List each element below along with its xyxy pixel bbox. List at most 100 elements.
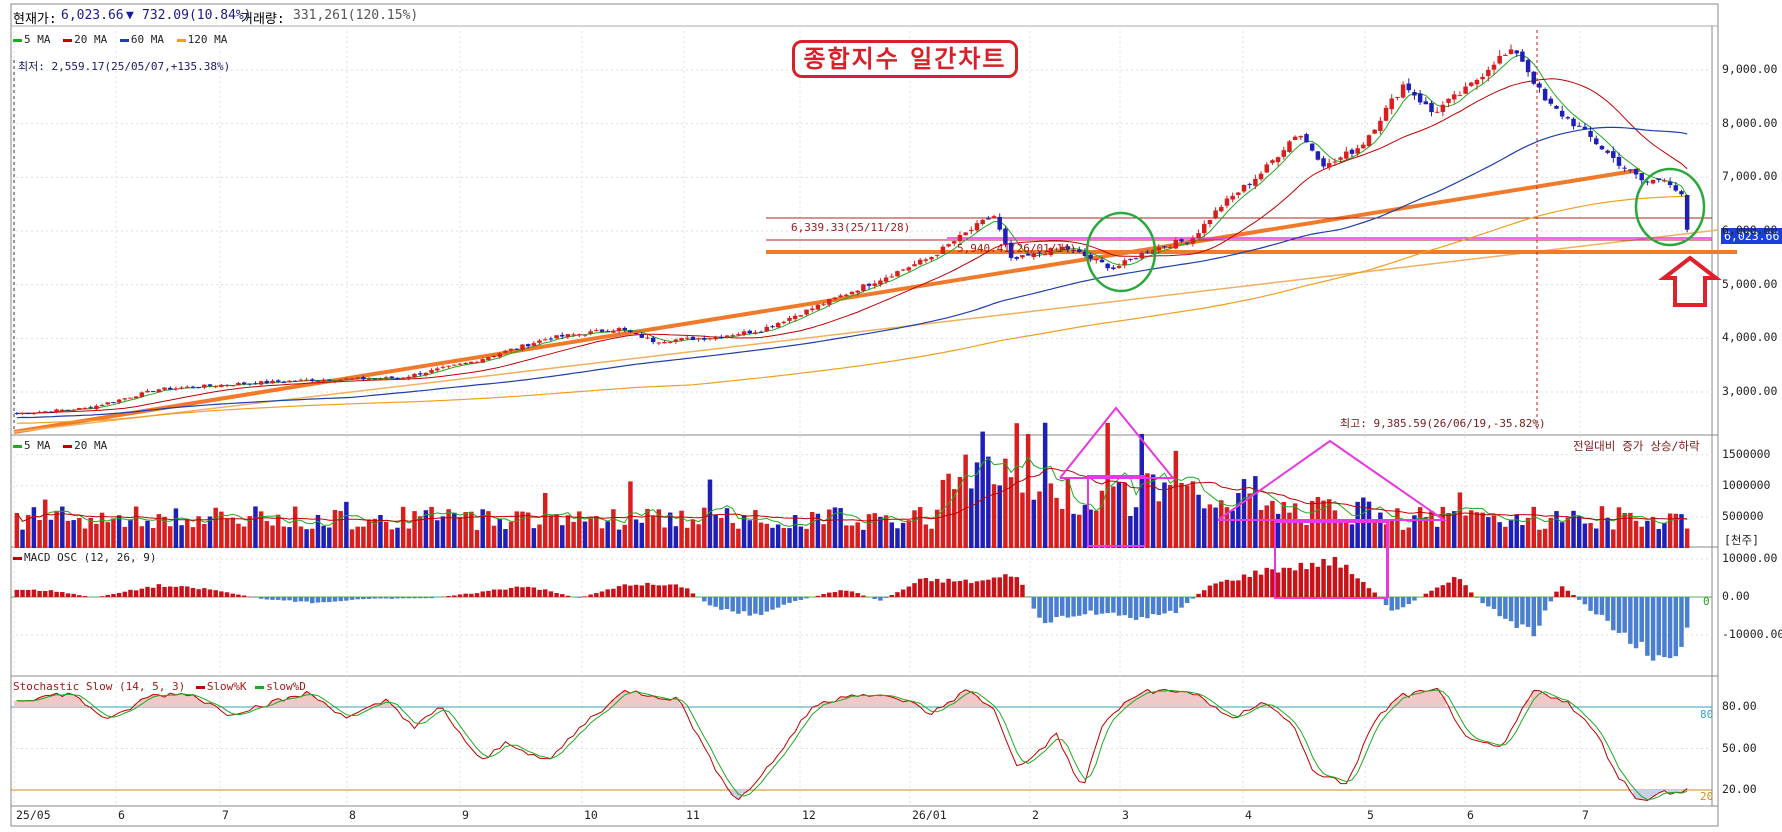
candle-body	[616, 328, 622, 332]
volume-bar	[775, 524, 781, 548]
macd-bar	[1673, 597, 1679, 657]
macd-bar	[452, 595, 457, 597]
candle-body	[1582, 126, 1588, 130]
candle-body	[1287, 141, 1292, 152]
macd-bar	[1355, 578, 1360, 597]
stoch-k-swatch	[195, 685, 205, 689]
macd-bar	[1576, 597, 1582, 600]
candle-body	[116, 399, 122, 403]
volume-bar	[809, 512, 815, 548]
macd-bar	[1059, 597, 1065, 616]
volume-bar	[395, 527, 400, 548]
stoch-overbought-fill	[888, 697, 895, 707]
candle-body	[855, 290, 860, 293]
volume-bar	[969, 488, 974, 548]
macd-bar	[804, 597, 809, 599]
macd-bar	[1349, 574, 1355, 597]
candle-body	[1349, 149, 1355, 154]
x-tick-label: 25/05	[16, 808, 51, 822]
stoch-overbought-fill	[1547, 697, 1554, 707]
candle-body	[1554, 106, 1559, 109]
volume-bar	[1116, 481, 1122, 548]
candle-body	[162, 387, 167, 390]
volume-bar	[1400, 529, 1406, 548]
macd-bar	[1094, 597, 1099, 615]
stoch-d-swatch	[255, 685, 265, 689]
candle-body	[1571, 118, 1576, 127]
macd-bar	[25, 589, 31, 597]
candle-body	[986, 218, 991, 220]
macd-bar	[196, 589, 201, 597]
candle-body	[1309, 143, 1315, 151]
volume-bar	[60, 506, 65, 548]
volume-value: 331,261(120.15%)	[293, 8, 419, 23]
macd-bar	[775, 597, 781, 608]
stoch-overbought-fill	[644, 696, 651, 707]
macd-bar	[1326, 565, 1332, 597]
macd-bar	[1162, 597, 1167, 614]
volume-bar	[1099, 490, 1105, 548]
candle-body	[230, 385, 235, 387]
candle-body	[145, 390, 150, 393]
volume-bar	[383, 521, 389, 548]
macd-bar	[1082, 597, 1088, 615]
macd-bar	[287, 597, 292, 601]
candle-body	[1406, 83, 1412, 91]
macd-bar	[520, 587, 525, 597]
volume-bar	[1258, 510, 1264, 548]
macd-bar	[1304, 569, 1309, 597]
macd-bar	[264, 597, 270, 600]
volume-bar	[355, 526, 360, 548]
macd-bar	[1077, 597, 1082, 616]
candle-body	[1531, 71, 1537, 84]
candle-body	[304, 379, 309, 381]
volume-bar	[1037, 491, 1042, 548]
macd-bar	[1406, 597, 1412, 604]
stoch-overbought-fill	[1184, 691, 1191, 707]
macd-bar	[713, 597, 718, 607]
macd-bar	[952, 581, 957, 597]
macd-bar	[1179, 597, 1184, 608]
volume-bar	[1253, 476, 1258, 548]
volume-unit: [천주]	[1724, 533, 1760, 547]
stoch-overbought-fill	[900, 701, 907, 707]
candle-body	[202, 384, 207, 388]
candle-body	[736, 334, 741, 336]
volume-bar	[1128, 515, 1133, 548]
volume-bar	[14, 513, 20, 548]
volume-bar	[741, 515, 747, 548]
candle-body	[1230, 195, 1235, 200]
volume-bar	[844, 525, 849, 548]
ma120-swatch	[176, 38, 186, 42]
price-legend: 5 MA 20 MA 60 MA 120 MA	[13, 33, 227, 46]
macd-bar	[991, 577, 997, 597]
volume-bar	[1531, 506, 1537, 548]
volume-bar	[986, 456, 991, 548]
candle-body	[611, 330, 616, 333]
macd-bar	[1008, 576, 1014, 597]
candle-body	[844, 294, 849, 297]
macd-bar	[463, 593, 468, 597]
volume-bar	[116, 515, 122, 548]
macd-bar	[349, 597, 355, 600]
volume-bar	[599, 528, 605, 548]
volume-bar	[1423, 516, 1429, 548]
macd-bar	[1139, 597, 1144, 617]
candle-body	[923, 259, 929, 261]
macd-bar	[162, 586, 167, 597]
macd-bar	[1338, 567, 1343, 597]
candle-body	[673, 339, 679, 342]
volume-bar	[508, 521, 514, 548]
candle-body	[1253, 178, 1258, 186]
x-tick-label: 7	[222, 808, 229, 822]
candle-body	[446, 365, 451, 367]
volume-bar	[1588, 523, 1593, 548]
candle-body	[241, 382, 247, 384]
volume-bar	[94, 523, 99, 548]
volume-bar	[1332, 510, 1338, 548]
x-tick-label: 2	[1032, 808, 1039, 822]
candle-body	[628, 330, 633, 333]
candle-body	[287, 380, 292, 383]
candle-body	[1219, 207, 1224, 212]
candle-body	[94, 405, 99, 410]
